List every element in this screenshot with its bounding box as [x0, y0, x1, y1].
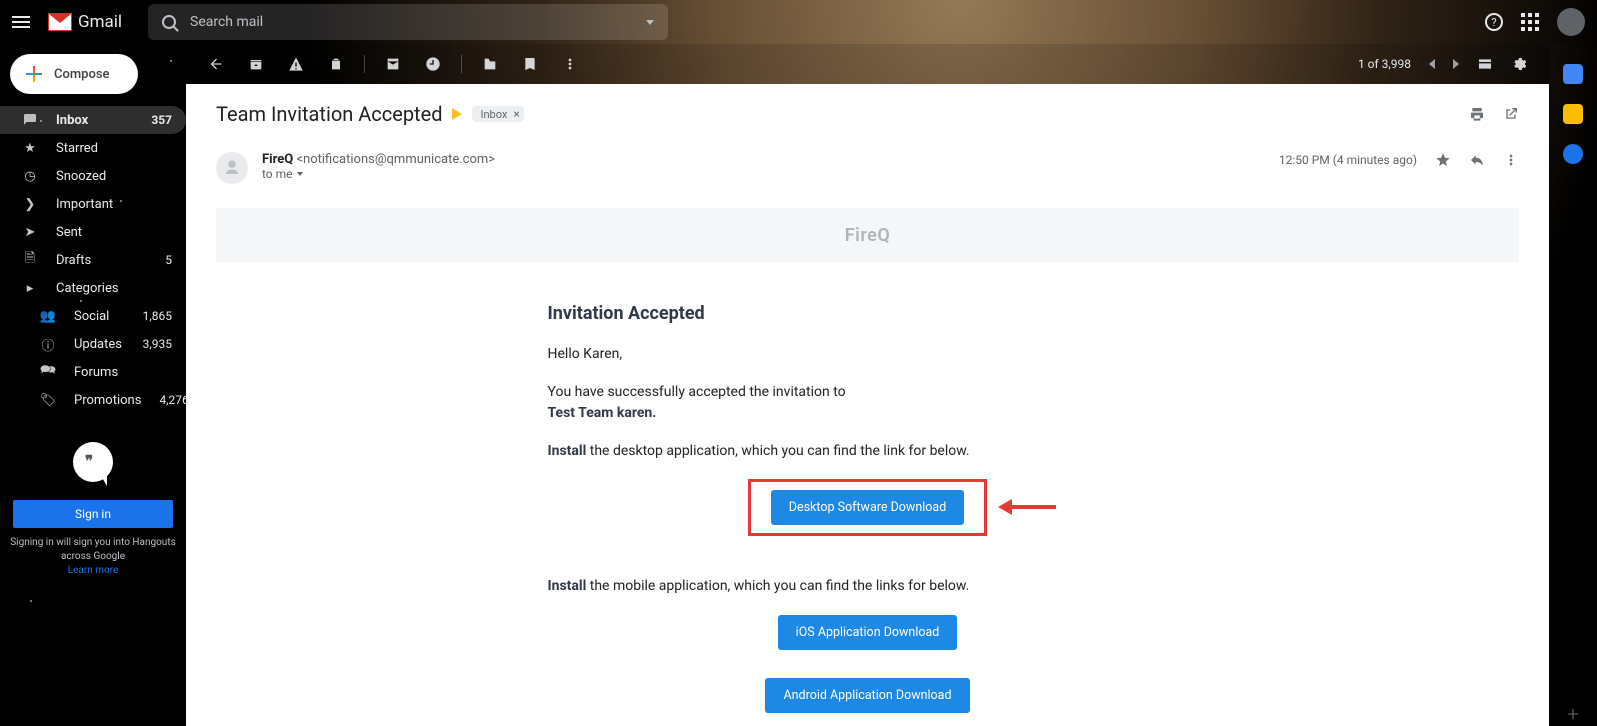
more-icon[interactable]: [562, 56, 578, 72]
search-bar[interactable]: Search mail: [148, 4, 668, 40]
annotation-highlight: Desktop Software Download: [748, 479, 988, 536]
important-icon: ❯: [22, 197, 38, 212]
clock-icon: ◷: [22, 169, 38, 184]
gmail-logo[interactable]: Gmail: [48, 12, 122, 32]
hangouts-widget: ❞ Sign in Signing in will sign you into …: [0, 442, 186, 578]
move-to-icon[interactable]: [482, 56, 498, 72]
settings-gear-icon[interactable]: [1511, 56, 1527, 72]
important-marker-icon[interactable]: [452, 108, 462, 120]
help-icon[interactable]: ?: [1485, 13, 1503, 31]
reply-icon[interactable]: [1469, 152, 1485, 168]
star-message-icon[interactable]: [1435, 152, 1451, 168]
archive-icon[interactable]: [248, 56, 264, 72]
compose-label: Compose: [54, 67, 110, 82]
sidebar-item-label: Inbox: [56, 113, 133, 128]
sidebar-item-inbox[interactable]: Inbox 357: [0, 106, 186, 134]
search-placeholder: Search mail: [190, 14, 263, 30]
snooze-icon[interactable]: [425, 56, 441, 72]
tag-icon: 🏷: [40, 393, 56, 408]
older-icon[interactable]: [1429, 59, 1435, 69]
hangouts-note: Signing in will sign you into Hangouts a…: [10, 536, 176, 578]
send-icon: ➤: [22, 225, 38, 240]
body-install-desktop: Install the desktop application, which y…: [548, 441, 1188, 463]
plus-icon: [26, 66, 42, 82]
sidebar-item-drafts[interactable]: 🗎 Drafts 5: [0, 246, 186, 274]
search-icon: [162, 15, 176, 29]
account-avatar[interactable]: [1557, 8, 1585, 36]
body-accept-line: You have successfully accepted the invit…: [548, 382, 1188, 425]
message-panel: Team Invitation Accepted Inbox × Fire: [186, 84, 1549, 726]
recipient-toggle[interactable]: to me: [262, 167, 495, 181]
people-icon: 👥: [40, 309, 56, 324]
search-options-caret-icon[interactable]: [646, 20, 654, 25]
mark-unread-icon[interactable]: [385, 56, 401, 72]
calendar-addon-icon[interactable]: [1563, 64, 1583, 84]
message-toolbar: 1 of 3,998: [186, 44, 1549, 84]
caret-right-icon: ▸: [22, 281, 38, 296]
label-chip[interactable]: Inbox ×: [472, 106, 523, 122]
sidebar: Compose Inbox 357 ★ Starred ◷ Snoozed ❯ …: [0, 44, 186, 726]
hangouts-sign-in-button[interactable]: Sign in: [13, 500, 173, 528]
get-addons-icon[interactable]: +: [1567, 702, 1578, 726]
sidebar-item-starred[interactable]: ★ Starred: [0, 134, 186, 162]
message-subject: Team Invitation Accepted: [216, 102, 442, 126]
body-install-mobile: Install the mobile application, which yo…: [548, 576, 1188, 598]
sidebar-item-categories[interactable]: ▸ Categories: [0, 274, 186, 302]
body-greeting: Hello Karen,: [548, 344, 1188, 366]
sender-line: FireQ <notifications@qmmunicate.com>: [262, 152, 495, 167]
sidebar-item-important[interactable]: ❯ Important: [0, 190, 186, 218]
label-chip-text: Inbox: [480, 108, 507, 121]
gmail-icon: [48, 13, 72, 31]
tasks-addon-icon[interactable]: [1563, 144, 1583, 164]
android-download-button[interactable]: Android Application Download: [765, 678, 969, 713]
body-heading: Invitation Accepted: [548, 300, 1188, 328]
label-remove-icon[interactable]: ×: [513, 107, 519, 121]
main-menu-button[interactable]: [12, 16, 30, 28]
delete-icon[interactable]: [328, 56, 344, 72]
input-tools-icon[interactable]: [1477, 56, 1493, 72]
product-name: Gmail: [78, 12, 122, 32]
star-icon: ★: [22, 141, 38, 156]
app-header: Gmail Search mail ?: [0, 0, 1597, 44]
spam-icon[interactable]: [288, 56, 304, 72]
desktop-download-button[interactable]: Desktop Software Download: [771, 490, 965, 525]
sidebar-item-snoozed[interactable]: ◷ Snoozed: [0, 162, 186, 190]
email-brand-header: FireQ: [216, 208, 1519, 262]
sidebar-cat-updates[interactable]: ⓘ Updates 3,935: [6, 330, 186, 358]
message-timestamp: 12:50 PM (4 minutes ago): [1279, 153, 1417, 167]
print-icon[interactable]: [1469, 106, 1485, 122]
hangouts-icon: ❞: [73, 442, 113, 482]
hangouts-learn-more-link[interactable]: Learn more: [68, 565, 119, 576]
sidebar-cat-promotions[interactable]: 🏷 Promotions 4,276: [6, 386, 186, 414]
annotation-arrow-icon: [998, 499, 1056, 515]
side-panel: +: [1549, 44, 1597, 726]
inbox-icon: [22, 112, 38, 128]
sender-avatar: [216, 152, 248, 184]
sidebar-item-sent[interactable]: ➤ Sent: [0, 218, 186, 246]
ios-download-button[interactable]: iOS Application Download: [778, 615, 958, 650]
newer-icon[interactable]: [1453, 59, 1459, 69]
drafts-icon: 🗎: [22, 249, 38, 271]
keep-addon-icon[interactable]: [1563, 104, 1583, 124]
labels-icon[interactable]: [522, 56, 538, 72]
google-apps-icon[interactable]: [1521, 13, 1539, 31]
email-body: Invitation Accepted Hello Karen, You hav…: [548, 300, 1188, 726]
forum-icon: 🗪: [40, 361, 56, 383]
compose-button[interactable]: Compose: [10, 54, 138, 94]
sidebar-item-count: 357: [151, 113, 172, 127]
back-icon[interactable]: [208, 56, 224, 72]
message-counter: 1 of 3,998: [1358, 57, 1411, 71]
sidebar-cat-social[interactable]: 👥 Social 1,865: [6, 302, 186, 330]
info-icon: ⓘ: [40, 335, 56, 354]
sidebar-cat-forums[interactable]: 🗪 Forums: [6, 358, 186, 386]
message-more-icon[interactable]: [1503, 152, 1519, 168]
open-new-window-icon[interactable]: [1503, 106, 1519, 122]
